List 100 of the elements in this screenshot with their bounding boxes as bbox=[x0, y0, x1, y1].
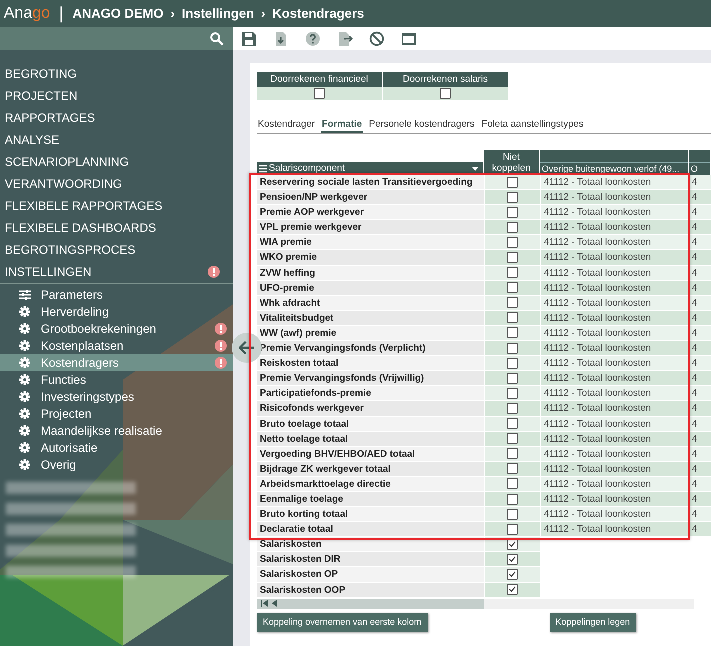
checkbox[interactable] bbox=[507, 372, 518, 384]
table-cell: 41112 - Totaal loonkosten bbox=[540, 280, 689, 296]
checkbox[interactable] bbox=[314, 88, 325, 99]
menu-item[interactable]: INSTELLINGEN bbox=[0, 261, 233, 284]
checked-checkbox[interactable] bbox=[507, 554, 518, 565]
checkbox[interactable] bbox=[507, 508, 518, 520]
table-cell: Premie AOP werkgever bbox=[257, 205, 484, 220]
breadcrumb-link[interactable]: ANAGO DEMO bbox=[72, 6, 164, 21]
checkbox[interactable] bbox=[507, 297, 518, 308]
checkbox[interactable] bbox=[507, 524, 518, 535]
table-cell: Risicofonds werkgever bbox=[257, 401, 484, 416]
gear-icon bbox=[19, 442, 31, 454]
checkbox[interactable] bbox=[507, 402, 518, 414]
table-cell: 4 bbox=[689, 386, 711, 402]
document-arrow-icon[interactable] bbox=[273, 30, 289, 46]
table-cell: 4 bbox=[689, 341, 711, 356]
table-cell: Reiskosten totaal bbox=[257, 356, 484, 372]
submenu-item[interactable]: Parameters bbox=[0, 286, 233, 304]
checkbox[interactable] bbox=[507, 282, 518, 294]
export-icon[interactable] bbox=[337, 30, 353, 46]
breadcrumb-link[interactable]: Instellingen bbox=[182, 6, 254, 21]
checkbox[interactable] bbox=[507, 252, 518, 264]
table-cell: 4 bbox=[689, 235, 711, 250]
action-button[interactable]: Koppeling overnemen van eerste kolom bbox=[257, 612, 428, 632]
submenu-item[interactable]: Investeringstypes bbox=[0, 388, 233, 406]
menu-label: Parameters bbox=[41, 288, 104, 302]
checkbox[interactable] bbox=[507, 494, 518, 505]
checkbox[interactable] bbox=[507, 478, 518, 490]
breadcrumb-separator: › bbox=[261, 6, 266, 21]
checkbox[interactable] bbox=[507, 388, 518, 399]
table-cell: 4 bbox=[689, 401, 711, 416]
checkbox[interactable] bbox=[507, 236, 518, 248]
menu-label: PROJECTEN bbox=[5, 89, 78, 103]
submenu-item[interactable]: Grootboekrekeningen bbox=[0, 320, 233, 338]
table-cell: 41112 - Totaal loonkosten bbox=[540, 401, 689, 416]
table-cell: Salariskosten DIR bbox=[257, 552, 484, 568]
submenu-item[interactable]: Overig bbox=[0, 456, 233, 474]
submenu-item[interactable]: Autorisatie bbox=[0, 440, 233, 457]
checked-checkbox[interactable] bbox=[507, 568, 518, 580]
checkbox[interactable] bbox=[507, 433, 518, 444]
tab[interactable]: Formatie bbox=[321, 119, 364, 133]
submenu-item[interactable]: Herverdeling bbox=[0, 303, 233, 320]
checked-checkbox[interactable] bbox=[507, 584, 518, 596]
table-cell: 41112 - Totaal loonkosten bbox=[540, 356, 689, 372]
submenu-item[interactable]: Projecten bbox=[0, 406, 233, 423]
table-cell: UFO-premie bbox=[257, 280, 484, 296]
help-icon[interactable] bbox=[305, 30, 321, 46]
tab[interactable]: Personele kostendragers bbox=[368, 119, 476, 131]
checkbox[interactable] bbox=[440, 88, 451, 99]
menu-item[interactable]: VERANTWOORDING bbox=[0, 173, 233, 195]
menu-label: BEGROTINGSPROCES bbox=[5, 243, 136, 257]
menu-label: VERANTWOORDING bbox=[5, 177, 122, 191]
table-cell: 41112 - Totaal loonkosten bbox=[540, 266, 689, 281]
checkbox[interactable] bbox=[507, 418, 518, 430]
table-cell: 41112 - Totaal loonkosten bbox=[540, 416, 689, 432]
checkbox[interactable] bbox=[507, 342, 518, 354]
arrow-left-icon bbox=[239, 341, 255, 355]
menu-item[interactable]: FLEXIBELE RAPPORTAGES bbox=[0, 195, 233, 217]
column-header: O bbox=[689, 150, 711, 175]
first-page-icon[interactable] bbox=[261, 600, 268, 608]
checkbox[interactable] bbox=[507, 206, 518, 218]
tab[interactable]: Foleta aanstellingstypes bbox=[480, 119, 585, 131]
breadcrumb-link[interactable]: Kostendragers bbox=[272, 6, 364, 21]
checkbox[interactable] bbox=[507, 192, 518, 203]
checkbox[interactable] bbox=[507, 358, 518, 369]
block-icon[interactable] bbox=[369, 30, 385, 46]
menu-item[interactable]: BEGROTINGSPROCES bbox=[0, 239, 233, 261]
table-cell: Participatiefonds-premie bbox=[257, 386, 484, 402]
submenu-item[interactable]: Maandelijkse realisatie bbox=[0, 422, 233, 440]
action-button[interactable]: Koppelingen legen bbox=[550, 612, 636, 632]
table-cell: 41112 - Totaal loonkosten bbox=[540, 250, 689, 266]
menu-item[interactable]: BEGROTING bbox=[0, 63, 233, 85]
checkbox[interactable] bbox=[507, 463, 518, 474]
submenu-item[interactable]: Functies bbox=[0, 371, 233, 389]
checkbox[interactable] bbox=[507, 312, 518, 324]
checkbox[interactable] bbox=[507, 267, 518, 278]
menu-item[interactable]: PROJECTEN bbox=[0, 85, 233, 107]
table-cell: Declaratie totaal bbox=[257, 522, 484, 538]
table-cell: 4 bbox=[689, 250, 711, 266]
checkbox[interactable] bbox=[507, 222, 518, 233]
table-cell: 4 bbox=[689, 205, 711, 220]
menu-item[interactable]: SCENARIOPLANNING bbox=[0, 151, 233, 173]
table-cell: 41112 - Totaal loonkosten bbox=[540, 371, 689, 386]
menu-item[interactable]: RAPPORTAGES bbox=[0, 107, 233, 129]
checkbox[interactable] bbox=[507, 176, 518, 188]
save-icon[interactable] bbox=[241, 30, 257, 46]
menu-item[interactable]: ANALYSE bbox=[0, 129, 233, 151]
previous-icon[interactable] bbox=[272, 600, 277, 608]
checkbox[interactable] bbox=[507, 327, 518, 338]
menu-label: RAPPORTAGES bbox=[5, 111, 96, 125]
table-cell: 41112 - Totaal loonkosten bbox=[540, 341, 689, 356]
tab[interactable]: Kostendrager bbox=[257, 119, 316, 131]
submenu-item[interactable]: Kostenplaatsen bbox=[0, 337, 233, 354]
menu-item[interactable]: FLEXIBELE DASHBOARDS bbox=[0, 217, 233, 239]
window-icon[interactable] bbox=[401, 30, 417, 46]
checkbox[interactable] bbox=[507, 448, 518, 460]
menu-label: INSTELLINGEN bbox=[5, 265, 92, 279]
gear-icon bbox=[19, 391, 31, 404]
gear-icon bbox=[19, 425, 31, 438]
gear-icon bbox=[19, 306, 31, 318]
